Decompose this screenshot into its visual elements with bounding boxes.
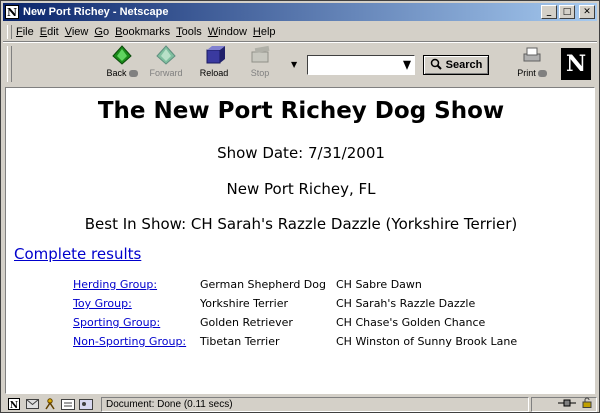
composer-icon[interactable] <box>61 398 75 410</box>
url-search-input[interactable] <box>307 55 415 75</box>
status-text: Document: Done (0.11 secs) <box>101 396 529 412</box>
breed-cell: Golden Retriever <box>200 316 293 329</box>
address-book-icon[interactable] <box>79 398 93 410</box>
search-button[interactable]: Search <box>423 55 489 75</box>
page-content: The New Port Richey Dog Show Show Date: … <box>5 87 595 394</box>
navigator-icon[interactable]: N <box>7 398 21 410</box>
connection-icon <box>558 399 576 410</box>
menu-go[interactable]: Go <box>94 26 115 38</box>
complete-results-link[interactable]: Complete results <box>14 245 141 263</box>
url-dropdown-icon[interactable] <box>403 60 411 70</box>
navigation-toolbar: Back Forward Reload Stop ▼ Search Print … <box>3 41 597 86</box>
security-status <box>531 396 597 412</box>
best-in-show: Best In Show: CH Sarah's Razzle Dazzle (… <box>84 215 518 233</box>
reload-button[interactable]: Reload <box>191 44 237 84</box>
netscape-logo-icon[interactable]: N <box>561 48 591 80</box>
browser-window: N New Port Richey - Netscape _ □ ✕ File … <box>0 0 600 413</box>
menu-view[interactable]: View <box>65 26 95 38</box>
menu-bookmarks[interactable]: Bookmarks <box>115 26 176 38</box>
reload-icon <box>203 44 225 66</box>
title-bar[interactable]: N New Port Richey - Netscape _ □ ✕ <box>3 3 597 21</box>
breed-cell: Yorkshire Terrier <box>200 297 288 310</box>
mail-icon[interactable] <box>25 398 39 410</box>
breed-cell: German Shepherd Dog <box>200 278 326 291</box>
status-bar: N Document: Done (0.11 secs) <box>3 396 597 412</box>
stop-button[interactable]: Stop <box>237 44 283 84</box>
stop-icon <box>249 44 271 66</box>
toolbar-dropdown-icon[interactable]: ▼ <box>291 60 297 69</box>
herding-group-link[interactable]: Herding Group: <box>73 278 157 291</box>
lock-icon[interactable] <box>582 397 592 411</box>
winner-cell: CH Sabre Dawn <box>336 278 422 291</box>
svg-text:N: N <box>10 401 18 410</box>
page-title: The New Port Richey Dog Show <box>97 98 505 124</box>
back-arrow-icon <box>111 44 133 66</box>
non-sporting-group-link[interactable]: Non-Sporting Group: <box>73 335 186 348</box>
magnifier-icon <box>430 58 442 73</box>
winner-cell: CH Chase's Golden Chance <box>336 316 486 329</box>
menu-edit[interactable]: Edit <box>40 26 65 38</box>
print-button[interactable]: Print <box>509 44 555 84</box>
print-dropdown-icon[interactable] <box>537 70 547 78</box>
window-title: New Port Richey - Netscape <box>23 6 169 18</box>
show-location: New Port Richey, FL <box>226 180 376 198</box>
forward-arrow-icon <box>155 44 177 66</box>
close-button[interactable]: ✕ <box>579 5 595 19</box>
back-button[interactable]: Back <box>99 44 145 84</box>
back-dropdown-icon[interactable] <box>128 70 138 78</box>
menu-tools[interactable]: Tools <box>176 26 208 38</box>
winner-cell: CH Winston of Sunny Brook Lane <box>336 335 518 348</box>
toy-group-link[interactable]: Toy Group: <box>73 297 132 310</box>
menu-file[interactable]: File <box>16 26 40 38</box>
maximize-button[interactable]: □ <box>559 5 575 19</box>
menu-help[interactable]: Help <box>253 26 282 38</box>
sporting-group-link[interactable]: Sporting Group: <box>73 316 160 329</box>
menu-window[interactable]: Window <box>208 26 253 38</box>
netscape-n-icon: N <box>5 5 19 19</box>
instant-messenger-icon[interactable] <box>43 398 57 410</box>
toolbar-grip[interactable] <box>7 46 12 82</box>
winner-cell: CH Sarah's Razzle Dazzle <box>336 297 476 310</box>
menubar-grip[interactable] <box>7 25 12 39</box>
menu-bar: File Edit View Go Bookmarks Tools Window… <box>3 23 597 41</box>
printer-icon <box>521 44 543 66</box>
breed-cell: Tibetan Terrier <box>200 335 280 348</box>
forward-button[interactable]: Forward <box>143 44 189 84</box>
show-date: Show Date: 7/31/2001 <box>217 144 385 162</box>
minimize-button[interactable]: _ <box>541 5 557 19</box>
